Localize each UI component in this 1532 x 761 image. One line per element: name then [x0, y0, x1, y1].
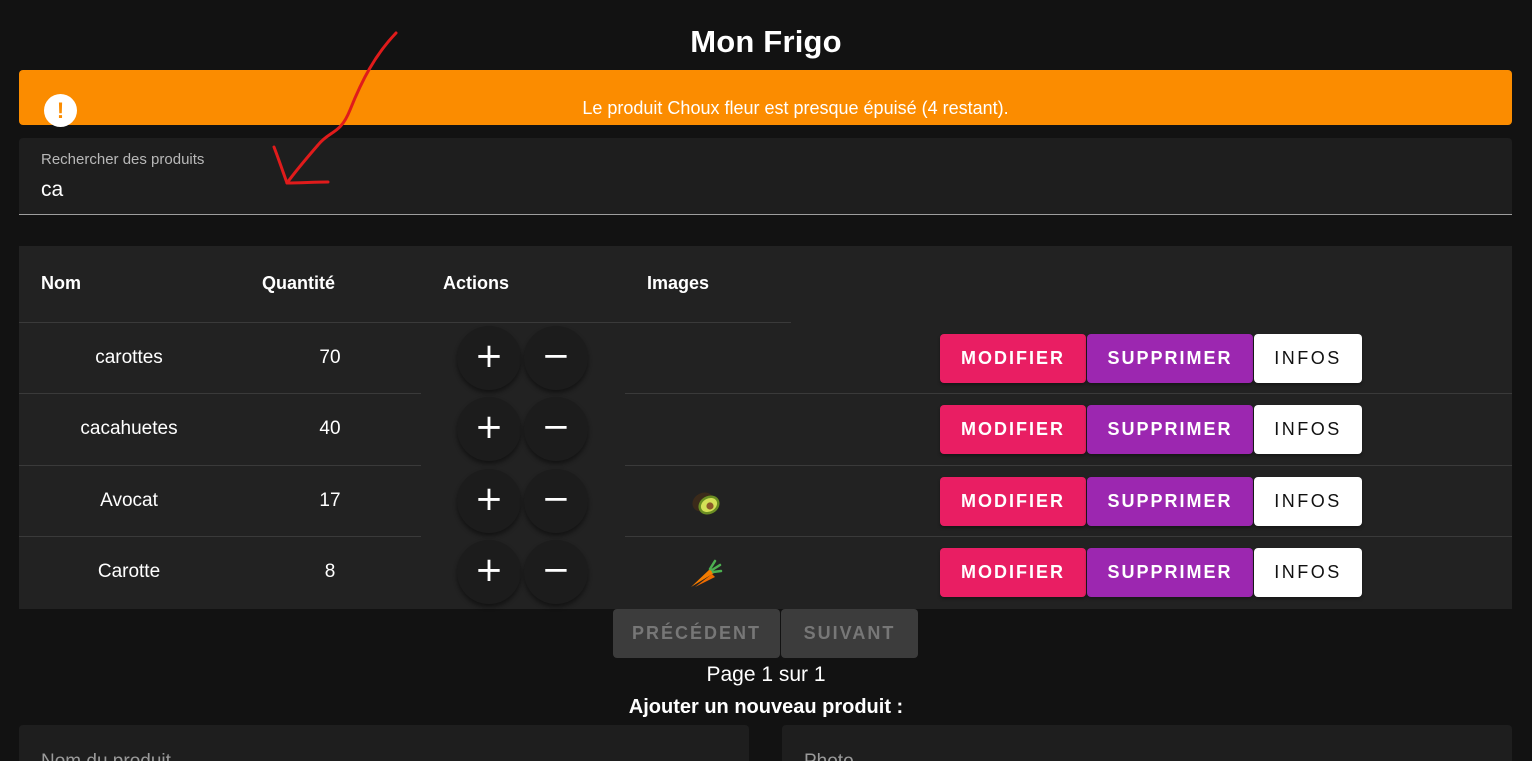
info-button[interactable]: INFOS	[1254, 548, 1362, 597]
avocado-icon	[692, 492, 720, 515]
increment-button[interactable]: +	[457, 540, 521, 604]
search-input[interactable]	[39, 176, 1443, 204]
search-field[interactable]: Rechercher des produits	[19, 138, 1512, 215]
table-row: Avocat 17 + − MODIFIER SUPPRIMER INFOS	[19, 466, 1512, 537]
product-quantity: 8	[324, 561, 336, 582]
next-button[interactable]: SUIVANT	[781, 609, 918, 658]
products-table: Nom Quantité Actions Images carottes 70 …	[19, 246, 1512, 609]
table-row: Carotte 8 + − MODIFIER SUPPRIMER INFOS	[19, 537, 1512, 608]
column-header-actions: Actions	[443, 273, 510, 293]
product-name-label: Nom du produit	[41, 751, 171, 761]
product-quantity: 70	[319, 347, 341, 368]
delete-button[interactable]: SUPPRIMER	[1087, 548, 1253, 597]
edit-button[interactable]: MODIFIER	[940, 405, 1086, 454]
delete-button[interactable]: SUPPRIMER	[1087, 405, 1253, 454]
carrot-icon	[691, 559, 723, 587]
delete-button[interactable]: SUPPRIMER	[1087, 477, 1253, 526]
product-name: Avocat	[100, 490, 158, 511]
alert-message: Le produit Choux fleur est presque épuis…	[582, 98, 1009, 118]
page-title: Mon Frigo	[690, 24, 842, 59]
product-name-field[interactable]: Nom du produit	[19, 725, 749, 761]
page-indicator: Page 1 sur 1	[706, 663, 826, 686]
info-button[interactable]: INFOS	[1254, 477, 1362, 526]
product-quantity: 17	[319, 490, 341, 511]
photo-field[interactable]: Photo	[782, 725, 1512, 761]
edit-button[interactable]: MODIFIER	[940, 477, 1086, 526]
increment-button[interactable]: +	[457, 397, 521, 461]
low-stock-alert: ! Le produit Choux fleur est presque épu…	[19, 70, 1512, 127]
info-button[interactable]: INFOS	[1254, 334, 1362, 383]
product-quantity: 40	[319, 418, 341, 439]
page: Mon Frigo ! Le produit Choux fleur est p…	[0, 0, 1532, 761]
column-header-quantity: Quantité	[262, 273, 336, 293]
photo-label: Photo	[804, 751, 854, 761]
delete-button[interactable]: SUPPRIMER	[1087, 334, 1253, 383]
add-product-title: Ajouter un nouveau produit :	[628, 696, 904, 718]
edit-button[interactable]: MODIFIER	[940, 334, 1086, 383]
previous-button[interactable]: PRÉCÉDENT	[613, 609, 780, 658]
decrement-button[interactable]: −	[524, 469, 588, 533]
table-row: cacahuetes 40 + − MODIFIER SUPPRIMER INF…	[19, 394, 1512, 465]
edit-button[interactable]: MODIFIER	[940, 548, 1086, 597]
column-header-name: Nom	[41, 273, 81, 293]
product-name: carottes	[95, 347, 163, 368]
table-row: carottes 70 + − MODIFIER SUPPRIMER INFOS	[19, 323, 1512, 394]
search-label: Rechercher des produits	[41, 151, 205, 168]
decrement-button[interactable]: −	[524, 397, 588, 461]
product-name: Carotte	[97, 561, 161, 582]
column-header-images: Images	[647, 273, 710, 293]
product-name: cacahuetes	[80, 418, 178, 439]
increment-button[interactable]: +	[457, 469, 521, 533]
info-button[interactable]: INFOS	[1254, 405, 1362, 454]
decrement-button[interactable]: −	[524, 326, 588, 390]
decrement-button[interactable]: −	[524, 540, 588, 604]
increment-button[interactable]: +	[457, 326, 521, 390]
